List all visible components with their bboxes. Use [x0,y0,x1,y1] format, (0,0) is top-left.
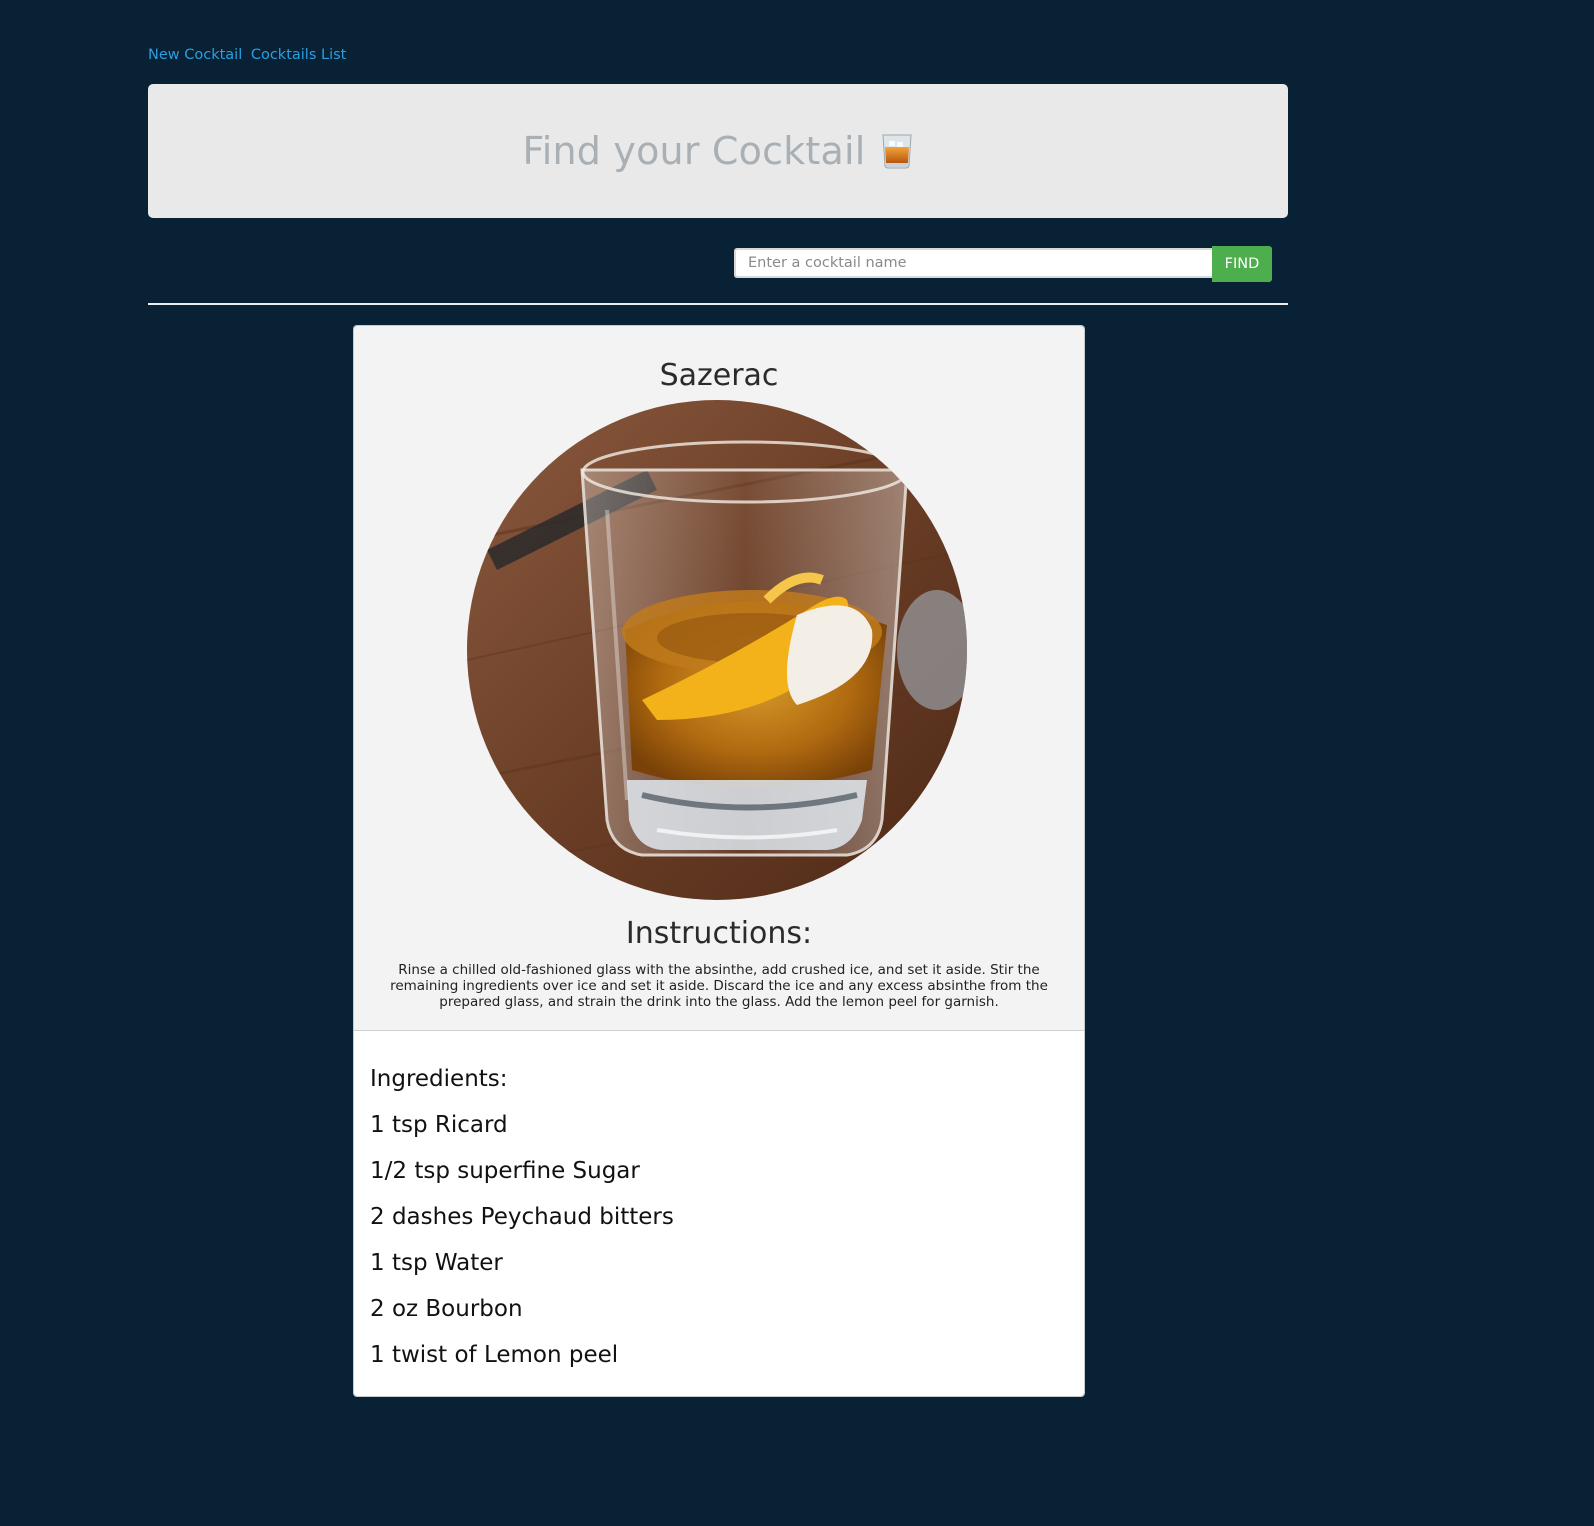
page-title: Find your Cocktail [522,129,866,173]
nav-link-new-cocktail[interactable]: New Cocktail [148,47,242,63]
ingredient-item: 1 twist of Lemon peel [370,1342,619,1368]
nav-link-cocktails-list[interactable]: Cocktails List [251,47,347,63]
cocktail-name: Sazerac [659,358,779,393]
ingredient-item: 2 dashes Peychaud bitters [370,1204,674,1230]
tumbler-glass-icon [880,133,914,169]
search-bar: FIND [734,246,1272,282]
hero-banner: Find your Cocktail [148,84,1288,218]
cocktail-search-input[interactable] [734,248,1212,278]
hero-title-wrap: Find your Cocktail [522,129,913,173]
ingredients-section: Ingredients: 1 tsp Ricard 1/2 tsp superf… [354,1031,1084,1396]
ingredient-item: 1/2 tsp superfine Sugar [370,1158,640,1184]
divider [148,303,1288,305]
instructions-heading: Instructions: [625,916,813,951]
cocktail-card-header: Sazerac Instructions: Rinse a chilled ol… [354,326,1084,1031]
ingredients-heading: Ingredients: [370,1066,508,1092]
ingredients-list: 1 tsp Ricard 1/2 tsp superfine Sugar 2 d… [370,1102,1068,1378]
find-button[interactable]: FIND [1212,246,1272,282]
cocktail-card: Sazerac Instructions: Rinse a chilled ol… [354,326,1084,1396]
instructions-text: Rinse a chilled old-fashioned glass with… [390,962,1048,1010]
top-nav: New Cocktail Cocktails List [148,47,346,63]
ingredient-item: 1 tsp Ricard [370,1112,508,1138]
ingredient-item: 2 oz Bourbon [370,1296,523,1322]
ingredient-item: 1 tsp Water [370,1250,503,1276]
cocktail-photo [467,400,967,900]
